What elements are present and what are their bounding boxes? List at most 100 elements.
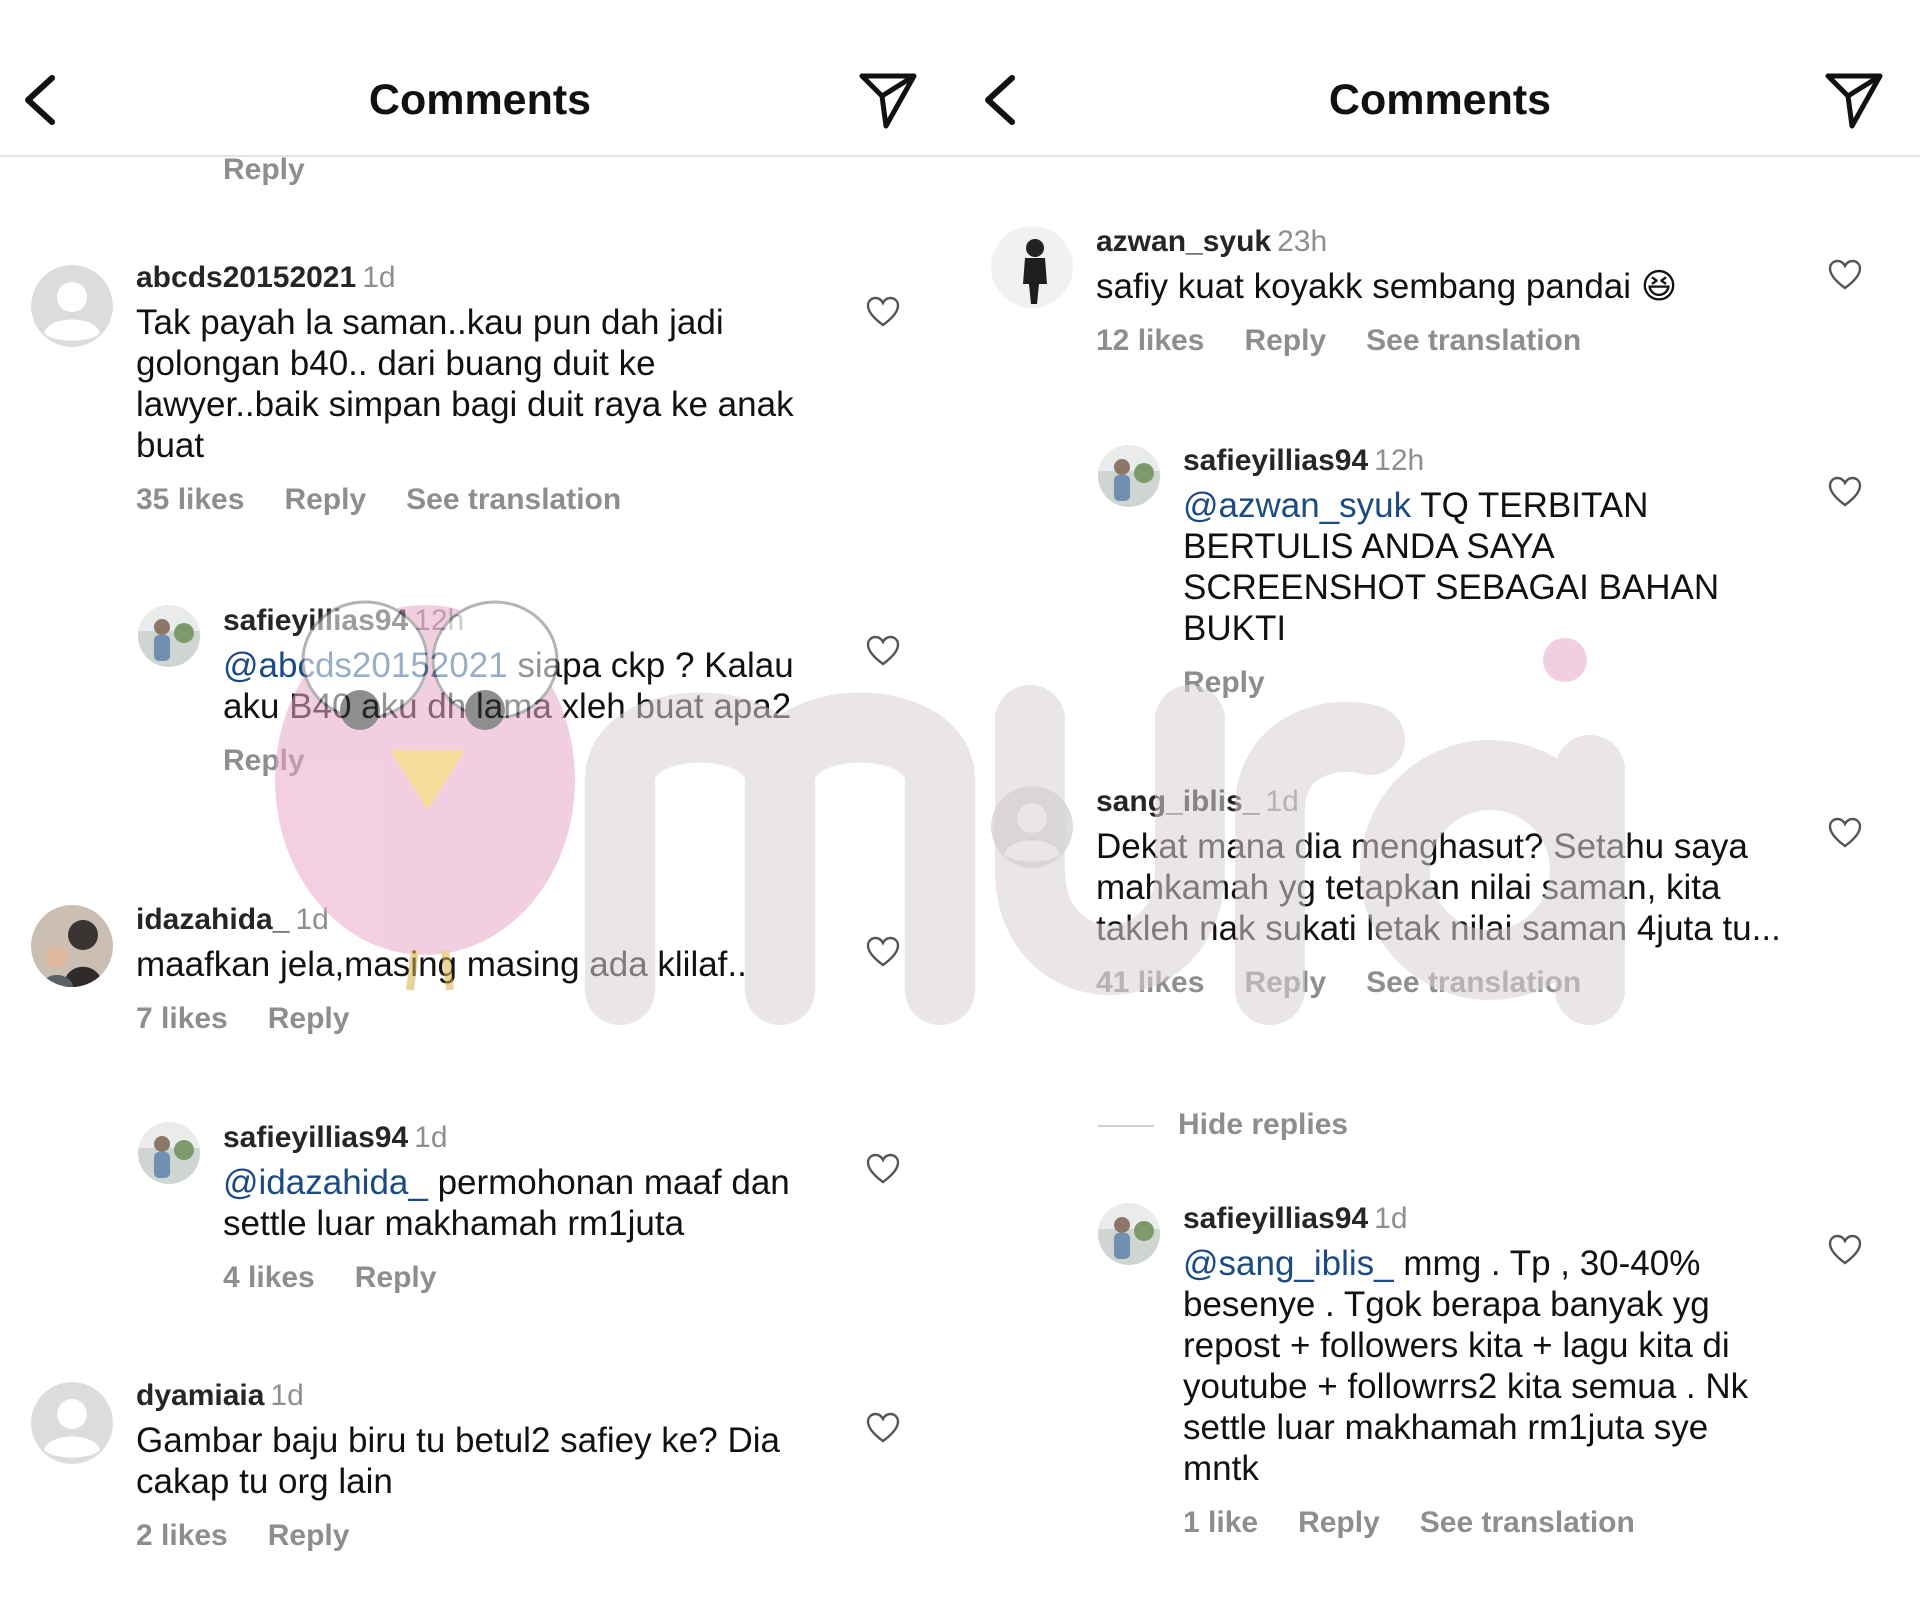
- heart-icon: [1828, 1234, 1862, 1265]
- timestamp: 1d: [414, 1121, 448, 1154]
- avatar[interactable]: [138, 605, 200, 667]
- comment-text: @azwan_syuk TQ TERBITAN BERTULIS ANDA SA…: [1183, 486, 1720, 648]
- comment-text: Tak payah la saman..kau pun dah jadi gol…: [136, 303, 794, 465]
- like-button[interactable]: [866, 1152, 900, 1186]
- reply-link[interactable]: Reply: [268, 1519, 350, 1552]
- reply-link[interactable]: Reply: [355, 1261, 437, 1294]
- heart-icon: [1828, 259, 1862, 290]
- profile-photo-icon: [991, 226, 1073, 308]
- comment-text: @idazahida_ permohonan maaf dan settle l…: [223, 1163, 790, 1243]
- send-icon: [859, 73, 917, 129]
- mention[interactable]: @abcds20152021: [223, 646, 508, 685]
- heart-icon: [866, 1412, 900, 1443]
- timestamp: 1d: [270, 1379, 304, 1412]
- comment-text: Dekat mana dia menghasut? Setahu saya ma…: [1096, 827, 1781, 948]
- timestamp: 12h: [1374, 444, 1425, 477]
- page-title: Comments: [1328, 76, 1552, 124]
- profile-photo-icon: [138, 605, 200, 667]
- username[interactable]: safieyillias94: [1183, 444, 1368, 477]
- username[interactable]: sang_iblis_: [1096, 785, 1259, 818]
- timestamp: 1d: [1374, 1202, 1408, 1235]
- reply-link[interactable]: Reply: [223, 744, 305, 777]
- share-button[interactable]: [1822, 68, 1886, 132]
- avatar[interactable]: [1098, 1203, 1160, 1265]
- comment-text: @abcds20152021 siapa ckp ? Kalau aku B40…: [223, 646, 794, 726]
- comment-text: maafkan jela,masing masing ada klilaf..: [136, 945, 747, 984]
- see-translation-link[interactable]: See translation: [406, 483, 621, 516]
- hide-replies-label: Hide replies: [1178, 1108, 1349, 1141]
- username[interactable]: safieyillias94: [223, 1121, 408, 1154]
- likes-count[interactable]: 1 like: [1183, 1506, 1258, 1539]
- reply-link[interactable]: Reply: [1183, 666, 1265, 699]
- avatar[interactable]: [991, 786, 1073, 868]
- like-button[interactable]: [1828, 1233, 1862, 1267]
- default-avatar-icon: [31, 265, 113, 347]
- comment-text: Gambar baju biru tu betul2 safiey ke? Di…: [136, 1421, 780, 1501]
- likes-count[interactable]: 2 likes: [136, 1519, 228, 1552]
- username[interactable]: abcds20152021: [136, 261, 356, 294]
- default-avatar-icon: [991, 786, 1073, 868]
- heart-icon: [866, 936, 900, 967]
- like-button[interactable]: [1828, 258, 1862, 292]
- mention[interactable]: @azwan_syuk: [1183, 486, 1411, 525]
- profile-photo-icon: [1098, 445, 1160, 507]
- profile-photo-icon: [31, 905, 113, 987]
- like-button[interactable]: [866, 295, 900, 329]
- reply-link[interactable]: Reply: [223, 153, 305, 187]
- see-translation-link[interactable]: See translation: [1420, 1506, 1635, 1539]
- heart-icon: [866, 1153, 900, 1184]
- send-icon: [1825, 73, 1883, 129]
- comment-text: @sang_iblis_ mmg . Tp , 30-40% besenye .…: [1183, 1244, 1749, 1488]
- reply-link[interactable]: Reply: [284, 483, 366, 516]
- hide-replies-button[interactable]: Hide replies: [1098, 1108, 1348, 1142]
- username[interactable]: safieyillias94: [223, 604, 408, 637]
- comments-header: Comments: [960, 0, 1920, 157]
- heart-icon: [866, 296, 900, 327]
- heart-icon: [866, 635, 900, 666]
- avatar[interactable]: [991, 226, 1073, 308]
- likes-count[interactable]: 35 likes: [136, 483, 244, 516]
- comment-text: safiy kuat koyakk sembang pandai 😆: [1096, 267, 1678, 306]
- mention[interactable]: @sang_iblis_: [1183, 1244, 1394, 1283]
- divider: [1098, 1125, 1154, 1128]
- avatar[interactable]: [31, 905, 113, 987]
- profile-photo-icon: [138, 1122, 200, 1184]
- likes-count[interactable]: 4 likes: [223, 1261, 315, 1294]
- right-comments-panel: Comments azwan_syuk 23h safiy kuat koyakk…: [960, 0, 1920, 1603]
- username[interactable]: dyamiaia: [136, 1379, 264, 1412]
- username[interactable]: azwan_syuk: [1096, 225, 1271, 258]
- default-avatar-icon: [31, 1382, 113, 1464]
- heart-icon: [1828, 817, 1862, 848]
- profile-photo-icon: [1098, 1203, 1160, 1265]
- like-button[interactable]: [866, 634, 900, 668]
- reply-link[interactable]: Reply: [1244, 966, 1326, 999]
- avatar[interactable]: [138, 1122, 200, 1184]
- reply-link[interactable]: Reply: [1244, 324, 1326, 357]
- likes-count[interactable]: 12 likes: [1096, 324, 1204, 357]
- heart-icon: [1828, 476, 1862, 507]
- share-button[interactable]: [856, 68, 920, 132]
- like-button[interactable]: [866, 1411, 900, 1445]
- page-title: Comments: [368, 76, 592, 124]
- likes-count[interactable]: 7 likes: [136, 1002, 228, 1035]
- like-button[interactable]: [1828, 475, 1862, 509]
- see-translation-link[interactable]: See translation: [1366, 324, 1581, 357]
- left-comments-panel: Comments Reply abcds20152021 1d Tak payah…: [0, 0, 960, 1603]
- avatar[interactable]: [31, 1382, 113, 1464]
- timestamp: 1d: [295, 903, 329, 936]
- username[interactable]: idazahida_: [136, 903, 289, 936]
- timestamp: 12h: [414, 604, 465, 637]
- avatar[interactable]: [1098, 445, 1160, 507]
- timestamp: 23h: [1277, 225, 1328, 258]
- username[interactable]: safieyillias94: [1183, 1202, 1368, 1235]
- timestamp: 1d: [362, 261, 396, 294]
- avatar[interactable]: [31, 265, 113, 347]
- like-button[interactable]: [1828, 816, 1862, 850]
- like-button[interactable]: [866, 935, 900, 969]
- comments-header: Comments: [0, 0, 960, 157]
- reply-link[interactable]: Reply: [268, 1002, 350, 1035]
- mention[interactable]: @idazahida_: [223, 1163, 428, 1202]
- likes-count[interactable]: 41 likes: [1096, 966, 1204, 999]
- reply-link[interactable]: Reply: [1298, 1506, 1380, 1539]
- see-translation-link[interactable]: See translation: [1366, 966, 1581, 999]
